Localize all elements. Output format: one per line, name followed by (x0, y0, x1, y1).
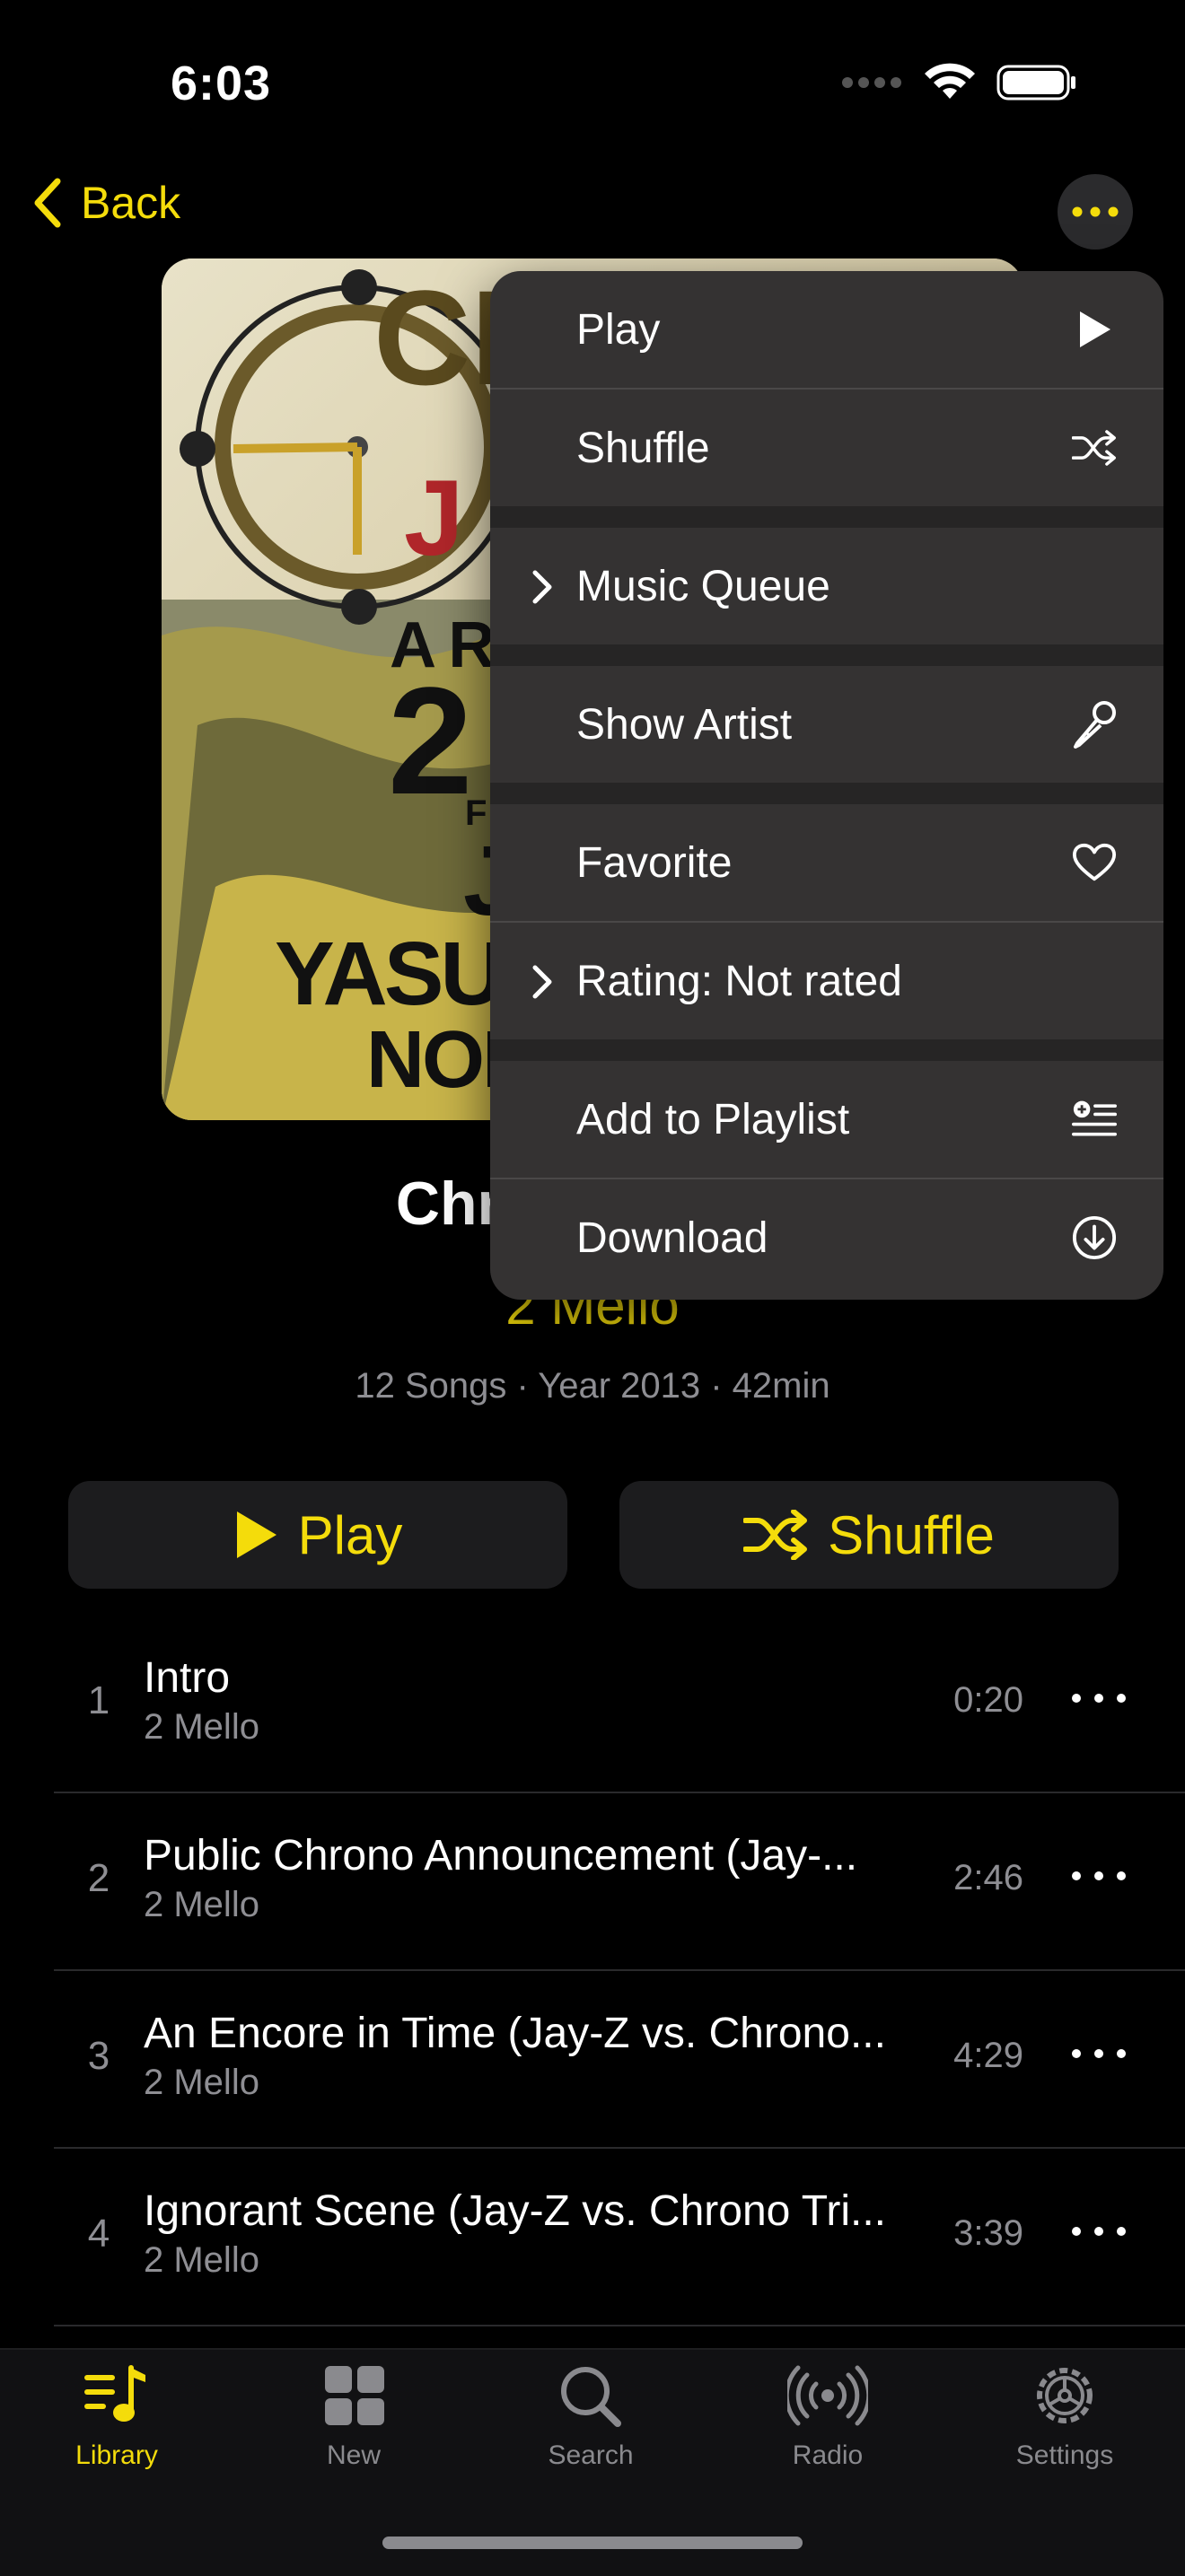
cellular-signal-icon (842, 77, 901, 88)
svg-text:J: J (404, 458, 464, 578)
track-duration: 3:39 (953, 2213, 1023, 2253)
track-more-icon[interactable] (1072, 2213, 1126, 2249)
chevron-right-icon (532, 570, 552, 604)
back-button[interactable]: Back (31, 176, 180, 230)
shuffle-icon (743, 1510, 808, 1560)
status-icons (840, 63, 1077, 101)
menu-item-music-queue[interactable]: Music Queue (490, 528, 1163, 644)
menu-item-shuffle[interactable]: Shuffle (490, 390, 1163, 506)
tab-search[interactable]: Search (501, 2362, 680, 2471)
more-options-button[interactable] (1058, 174, 1133, 250)
track-duration: 0:20 (953, 1680, 1023, 1720)
battery-icon (996, 65, 1075, 101)
context-menu: Play Shuffle Music Queue Show Artist Fav… (490, 271, 1163, 1300)
track-number: 3 (87, 2034, 110, 2078)
menu-group-gap (490, 1039, 1163, 1061)
library-icon (84, 2365, 145, 2422)
radio-icon (784, 2365, 872, 2426)
tab-label: Search (548, 2440, 634, 2470)
track-row[interactable]: 3 An Encore in Time (Jay-Z vs. Chrono...… (54, 1971, 1185, 2149)
menu-item-add-to-playlist[interactable]: Add to Playlist (490, 1061, 1163, 1178)
menu-item-show-artist[interactable]: Show Artist (490, 666, 1163, 783)
menu-group-gap (490, 644, 1163, 666)
play-button[interactable]: Play (68, 1481, 567, 1589)
menu-item-favorite[interactable]: Favorite (490, 804, 1163, 921)
track-row[interactable]: 4 Ignorant Scene (Jay-Z vs. Chrono Tri..… (54, 2149, 1185, 2326)
shuffle-icon (1072, 425, 1117, 470)
track-title: Public Chrono Announcement (Jay-... (144, 1832, 858, 1879)
track-duration: 2:46 (953, 1858, 1023, 1897)
home-indicator (382, 2537, 803, 2549)
ellipsis-icon (1072, 206, 1119, 217)
menu-item-download[interactable]: Download (490, 1179, 1163, 1296)
tab-label: Radio (792, 2440, 864, 2470)
track-duration: 4:29 (953, 2036, 1023, 2075)
track-row[interactable]: 1 Intro 2 Mello 0:20 (54, 1616, 1185, 1793)
add-to-playlist-icon (1072, 1097, 1117, 1142)
menu-item-label: Rating: Not rated (576, 957, 902, 1005)
track-artist: 2 Mello (144, 1707, 259, 1747)
shuffle-button[interactable]: Shuffle (619, 1481, 1119, 1589)
menu-item-rating[interactable]: Rating: Not rated (490, 923, 1163, 1039)
tab-library[interactable]: Library (27, 2362, 206, 2471)
chevron-right-icon (532, 965, 552, 999)
track-title: An Encore in Time (Jay-Z vs. Chrono... (144, 2010, 886, 2057)
menu-item-label: Show Artist (576, 700, 793, 749)
menu-item-play[interactable]: Play (490, 271, 1163, 388)
download-icon (1072, 1215, 1117, 1260)
menu-group-gap (490, 783, 1163, 804)
track-artist: 2 Mello (144, 1885, 259, 1924)
chevron-left-icon (34, 178, 61, 228)
track-number: 2 (87, 1856, 110, 1900)
heart-icon (1072, 840, 1117, 885)
track-more-icon[interactable] (1072, 1858, 1126, 1894)
microphone-icon (1072, 701, 1117, 749)
menu-item-label: Play (576, 305, 661, 354)
track-title: Ignorant Scene (Jay-Z vs. Chrono Tri... (144, 2187, 886, 2235)
album-art-text: 2 (388, 656, 473, 827)
track-row[interactable]: 2 Public Chrono Announcement (Jay-... 2 … (54, 1793, 1185, 1971)
track-more-icon[interactable] (1072, 2036, 1126, 2072)
play-icon (236, 1511, 276, 1558)
status-time: 6:03 (171, 57, 272, 110)
track-title: Intro (144, 1654, 231, 1702)
play-label: Play (297, 1504, 403, 1565)
track-artist: 2 Mello (144, 2063, 259, 2102)
track-artist: 2 Mello (144, 2240, 259, 2280)
menu-group-gap (490, 506, 1163, 528)
menu-item-label: Music Queue (576, 562, 830, 610)
tab-label: Settings (1015, 2440, 1114, 2470)
tab-radio[interactable]: Radio (738, 2362, 917, 2471)
tab-settings[interactable]: Settings (975, 2362, 1154, 2471)
menu-item-label: Shuffle (576, 424, 710, 472)
menu-item-label: Favorite (576, 838, 733, 887)
album-meta: 12 Songs · Year 2013 · 42min (355, 1366, 830, 1406)
tab-label: New (326, 2440, 381, 2470)
back-label: Back (81, 178, 181, 228)
tab-new[interactable]: New (264, 2362, 443, 2471)
wifi-icon (925, 63, 975, 99)
play-icon (1072, 307, 1117, 352)
search-icon (561, 2367, 621, 2427)
menu-item-label: Download (576, 1214, 768, 1262)
track-number: 4 (87, 2212, 110, 2256)
menu-item-label: Add to Playlist (576, 1095, 850, 1143)
tab-label: Library (75, 2440, 158, 2470)
track-number: 1 (87, 1678, 110, 1722)
row-divider (54, 2325, 1185, 2326)
gear-icon (1037, 2368, 1093, 2423)
grid-icon (325, 2366, 384, 2425)
shuffle-label: Shuffle (828, 1504, 995, 1565)
track-more-icon[interactable] (1072, 1680, 1126, 1716)
